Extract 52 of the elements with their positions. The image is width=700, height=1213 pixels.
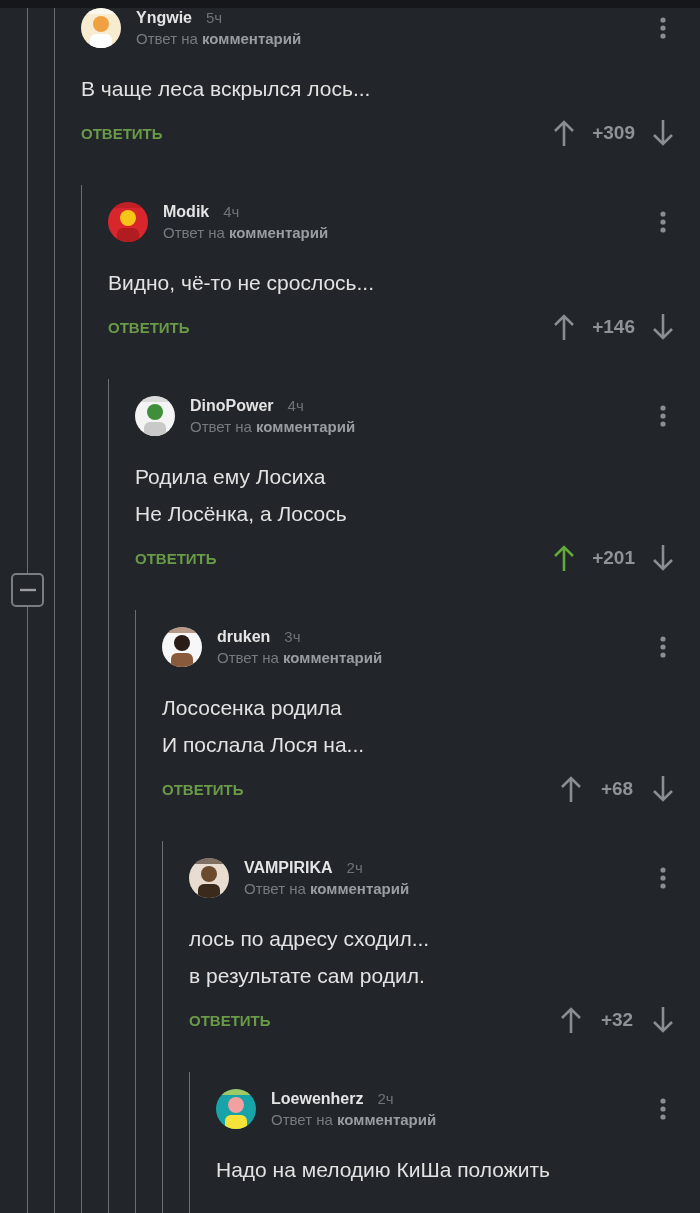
downvote-icon[interactable] [651, 119, 675, 147]
vote-score: +309 [592, 122, 635, 144]
upvote-icon[interactable] [559, 775, 583, 803]
comment-time: 2ч [377, 1090, 394, 1107]
reply-button[interactable]: ОТВЕТИТЬ [189, 1011, 271, 1029]
reply-to-label: Ответ на комментарий [217, 649, 384, 666]
more-icon[interactable] [660, 211, 666, 233]
more-icon[interactable] [660, 636, 666, 658]
more-icon[interactable] [660, 405, 666, 427]
author-name[interactable]: DinoPower [190, 397, 274, 415]
comment-time: 2ч [346, 859, 363, 876]
author-name[interactable]: druken [217, 628, 271, 646]
comment-time: 4ч [287, 397, 304, 414]
vote-score: +201 [592, 547, 635, 569]
comment-text: Родила ему Лосиха [135, 464, 327, 490]
comment-text: Надо на мелодию КиШа положить [216, 1157, 551, 1183]
reply-button[interactable]: ОТВЕТИТЬ [81, 124, 163, 142]
reply-button[interactable]: ОТВЕТИТЬ [162, 780, 244, 798]
author-name[interactable]: Yngwie [136, 9, 192, 27]
downvote-icon[interactable] [651, 1006, 675, 1034]
minus-icon [19, 588, 36, 592]
reply-to-label: Ответ на комментарий [244, 880, 411, 897]
more-icon[interactable] [660, 867, 666, 889]
reply-button[interactable]: ОТВЕТИТЬ [108, 318, 190, 336]
comment-text: Не Лосёнка, а Лосось [135, 501, 348, 527]
comment-time: 5ч [206, 9, 223, 26]
downvote-icon[interactable] [651, 775, 675, 803]
comment-time: 4ч [223, 203, 240, 220]
more-icon[interactable] [660, 17, 666, 39]
upvote-icon[interactable] [559, 1006, 583, 1034]
downvote-icon[interactable] [651, 544, 675, 572]
comment-text: Лососенка родила [162, 695, 343, 721]
author-name[interactable]: Modik [163, 203, 210, 221]
collapse-button[interactable] [11, 573, 44, 607]
comment-text: в результате сам родил. [189, 963, 426, 989]
author-name[interactable]: Loewenherz [271, 1090, 364, 1108]
reply-to-label: Ответ на комментарий [190, 418, 357, 435]
vote-score: +68 [599, 778, 635, 800]
comment-text: И послала Лося на... [162, 732, 366, 758]
comment-text: лось по адресу сходил... [189, 926, 431, 952]
author-name[interactable]: VAMPIRIKA [244, 859, 333, 877]
downvote-icon[interactable] [651, 313, 675, 341]
comment-time: 3ч [284, 628, 301, 645]
more-icon[interactable] [660, 1098, 666, 1120]
reply-to-label: Ответ на комментарий [163, 224, 330, 241]
reply-to-label: Ответ на комментарий [136, 30, 303, 47]
vote-score: +146 [592, 316, 635, 338]
reply-button[interactable]: ОТВЕТИТЬ [135, 549, 217, 567]
comment-text: В чаще леса вскрылся лось... [81, 76, 372, 102]
reply-to-label: Ответ на комментарий [271, 1111, 438, 1128]
comment-text: Видно, чё-то не срослось... [108, 270, 376, 296]
vote-score: +32 [599, 1009, 635, 1031]
